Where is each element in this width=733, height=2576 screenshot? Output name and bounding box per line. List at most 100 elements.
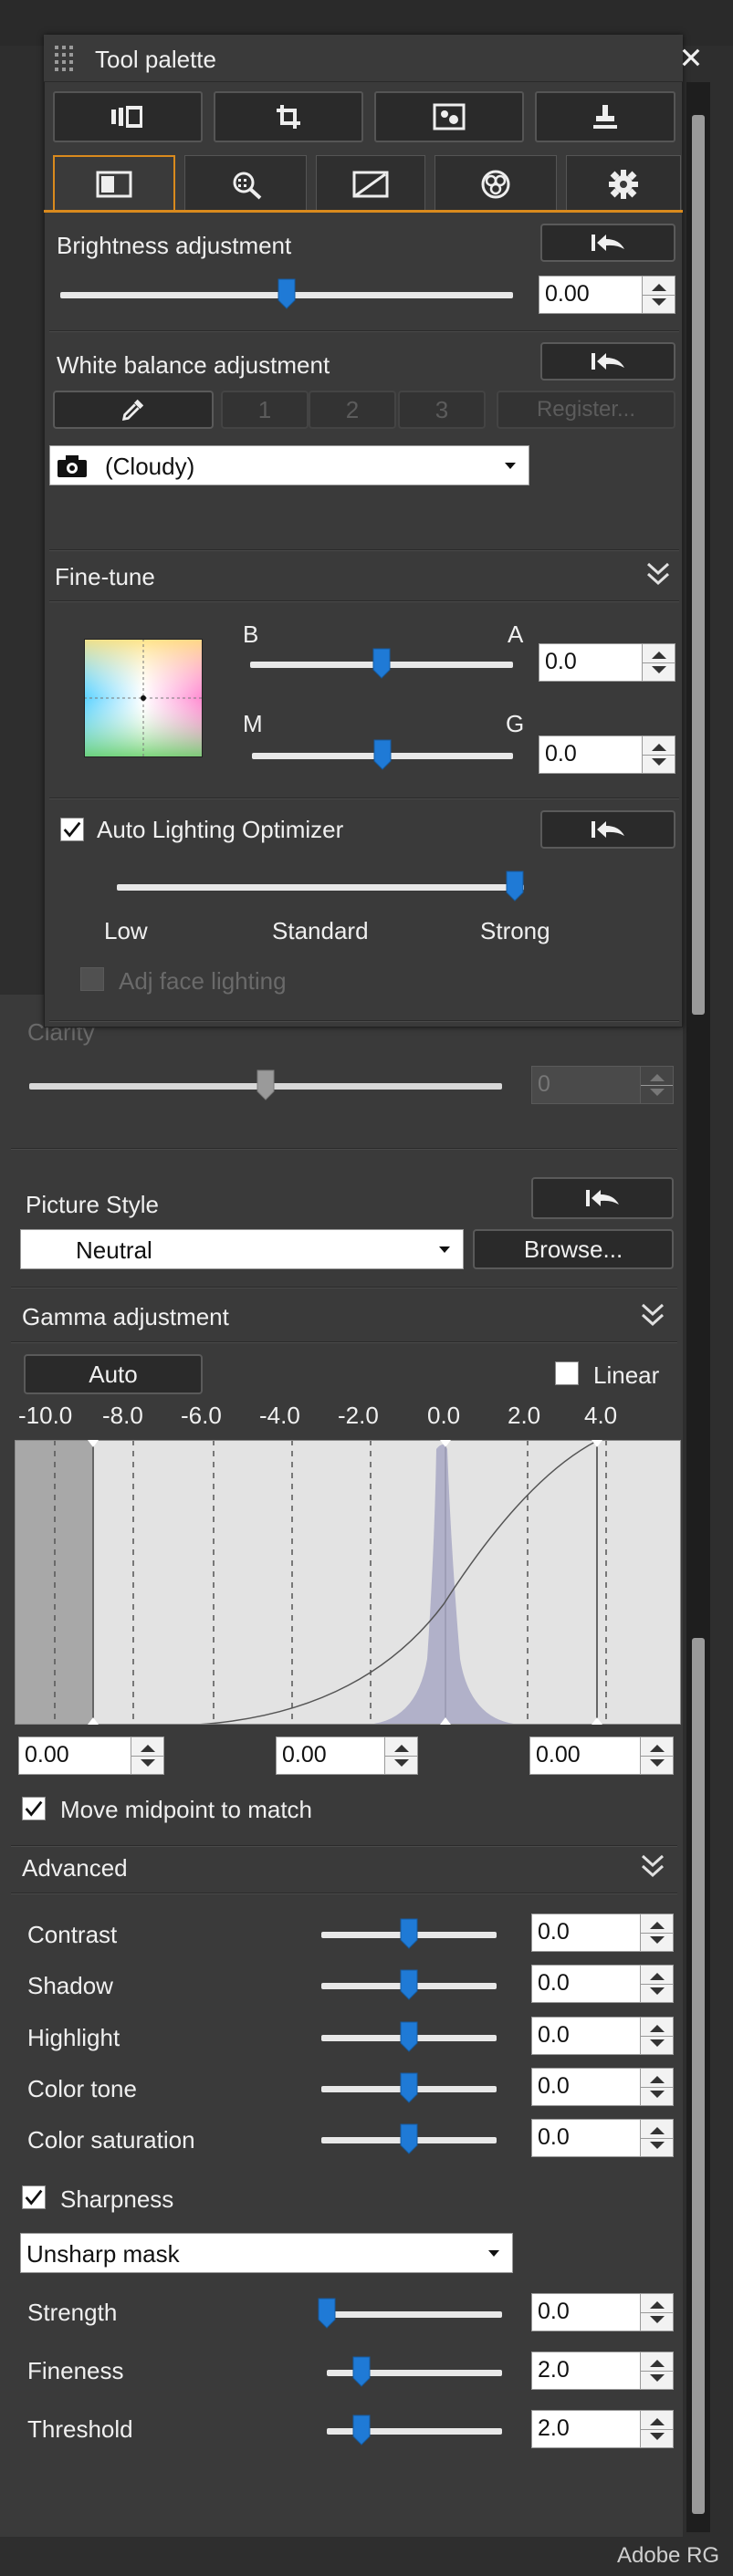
mg-spinbox[interactable]: 0.0 (539, 735, 675, 774)
mg-stepper[interactable] (642, 736, 675, 773)
color-saturation-stepper[interactable] (640, 2120, 673, 2156)
fineness-spinbox[interactable]: 2.0 (531, 2352, 674, 2390)
color-tone-stepper[interactable] (640, 2069, 673, 2105)
wb-register-button[interactable]: Register... (497, 391, 675, 429)
alo-slider-track[interactable] (117, 884, 524, 891)
ba-spinbox[interactable]: 0.0 (539, 643, 675, 682)
collapse-chevron-icon[interactable] (639, 1852, 666, 1880)
strength-spinbox[interactable]: 0.0 (531, 2293, 674, 2331)
brightness-spinbox[interactable]: 0.00 (539, 276, 675, 314)
threshold-stepper[interactable] (640, 2411, 673, 2447)
collapse-chevron-icon[interactable] (639, 1301, 666, 1329)
threshold-slider-thumb[interactable] (352, 2414, 371, 2446)
strength-stepper[interactable] (640, 2294, 673, 2331)
gamma-mid-value: 0.00 (282, 1742, 327, 1768)
gamma-auto-button[interactable]: Auto (24, 1354, 203, 1394)
shadow-stepper[interactable] (640, 1966, 673, 2002)
linear-checkbox[interactable] (555, 1361, 579, 1385)
tool-button-2[interactable] (214, 91, 363, 142)
gamma-histogram[interactable] (15, 1440, 681, 1725)
shadow-spinbox[interactable]: 0.0 (531, 1965, 674, 2003)
alo-reset-button[interactable] (540, 810, 675, 849)
color-saturation-spinbox[interactable]: 0.0 (531, 2119, 674, 2157)
threshold-spinbox[interactable]: 2.0 (531, 2410, 674, 2448)
picture-style-reset-button[interactable] (531, 1177, 674, 1219)
alo-strong-label: Strong (480, 917, 550, 944)
gamma-black-stepper[interactable] (131, 1737, 163, 1774)
sharpness-checkbox[interactable] (22, 2185, 46, 2209)
gamma-white-stepper[interactable] (640, 1737, 673, 1774)
wb-preset-3-button[interactable]: 3 (398, 391, 486, 429)
contrast-slider-thumb[interactable] (400, 1918, 418, 1949)
picture-style-label: Picture Style (26, 1191, 159, 1218)
highlight-spinbox[interactable]: 0.0 (531, 2017, 674, 2055)
picture-style-select[interactable]: Neutral (20, 1229, 464, 1269)
docked-scrollbar[interactable] (686, 1017, 710, 2532)
alo-slider-thumb[interactable] (506, 871, 524, 902)
color-grid-icon[interactable] (84, 639, 203, 757)
stamp-icon (593, 105, 617, 129)
brightness-stepper[interactable] (642, 276, 675, 313)
highlight-slider-thumb[interactable] (400, 2021, 418, 2052)
white-balance-select[interactable]: (Cloudy) (49, 445, 529, 485)
slider-handle-icon (372, 648, 391, 679)
tab-tone-curve[interactable] (316, 155, 425, 212)
divider (11, 1893, 677, 1894)
color-tone-spinbox[interactable]: 0.0 (531, 2068, 674, 2106)
clarity-slider-thumb[interactable] (257, 1069, 275, 1100)
gamma-black-spinbox[interactable]: 0.00 (18, 1736, 164, 1775)
alo-checkbox[interactable] (60, 818, 84, 841)
gamma-mid-stepper[interactable] (384, 1737, 417, 1774)
tool-button-3[interactable] (374, 91, 524, 142)
gamma-white-spinbox[interactable]: 0.00 (529, 1736, 674, 1775)
ba-stepper[interactable] (642, 644, 675, 681)
tab-settings[interactable] (566, 155, 681, 212)
advanced-header-label: Advanced (22, 1854, 128, 1882)
clarity-stepper[interactable] (640, 1067, 673, 1103)
sharpness-mode-select[interactable]: Unsharp mask (20, 2233, 513, 2273)
eyedropper-button[interactable] (53, 391, 214, 429)
gamma-tick-label: 4.0 (584, 1402, 618, 1429)
color-tone-slider-thumb[interactable] (400, 2072, 418, 2103)
drag-grip-icon[interactable] (53, 44, 75, 71)
reset-arrow-icon (592, 353, 624, 370)
tab-color[interactable] (435, 155, 557, 212)
brightness-slider-thumb[interactable] (277, 278, 296, 309)
move-midpoint-checkbox[interactable] (22, 1797, 46, 1820)
tool-button-1[interactable] (53, 91, 203, 142)
reset-arrow-icon (592, 235, 624, 251)
alo-standard-label: Standard (272, 917, 369, 944)
palette-scrollbar[interactable] (686, 82, 710, 1027)
face-lighting-checkbox[interactable] (80, 967, 104, 991)
browse-button[interactable]: Browse... (473, 1229, 674, 1269)
fineness-stepper[interactable] (640, 2352, 673, 2389)
ba-slider-thumb[interactable] (372, 648, 391, 679)
tab-detail[interactable] (184, 155, 307, 212)
shadow-slider-thumb[interactable] (400, 1969, 418, 2000)
white-balance-reset-button[interactable] (540, 342, 675, 381)
basic-adjust-icon (96, 171, 132, 198)
contrast-spinbox[interactable]: 0.0 (531, 1914, 674, 1952)
mg-slider-thumb[interactable] (373, 739, 392, 770)
tool-button-4[interactable] (535, 91, 675, 142)
brightness-reset-button[interactable] (540, 224, 675, 262)
tab-basic[interactable] (53, 155, 175, 212)
collapse-chevron-icon[interactable] (644, 560, 672, 588)
color-saturation-slider-thumb[interactable] (400, 2123, 418, 2154)
wb-preset-2-button[interactable]: 2 (309, 391, 396, 429)
slider-handle-icon (352, 2414, 371, 2446)
highlight-stepper[interactable] (640, 2018, 673, 2054)
strength-slider-thumb[interactable] (318, 2298, 336, 2329)
strength-slider-track[interactable] (327, 2311, 502, 2318)
gamma-mid-spinbox[interactable]: 0.00 (276, 1736, 418, 1775)
gamma-tick-label: -8.0 (102, 1402, 143, 1429)
palette-scrollbar-thumb[interactable] (692, 115, 705, 1015)
docked-scrollbar-thumb[interactable] (692, 1638, 705, 2514)
fineness-slider-thumb[interactable] (352, 2356, 371, 2387)
fineness-label: Fineness (27, 2357, 124, 2384)
contrast-stepper[interactable] (640, 1914, 673, 1951)
close-icon[interactable] (681, 47, 701, 68)
a-label: A (508, 621, 524, 648)
clarity-spinbox[interactable]: 0 (531, 1066, 674, 1104)
wb-preset-1-button[interactable]: 1 (221, 391, 309, 429)
